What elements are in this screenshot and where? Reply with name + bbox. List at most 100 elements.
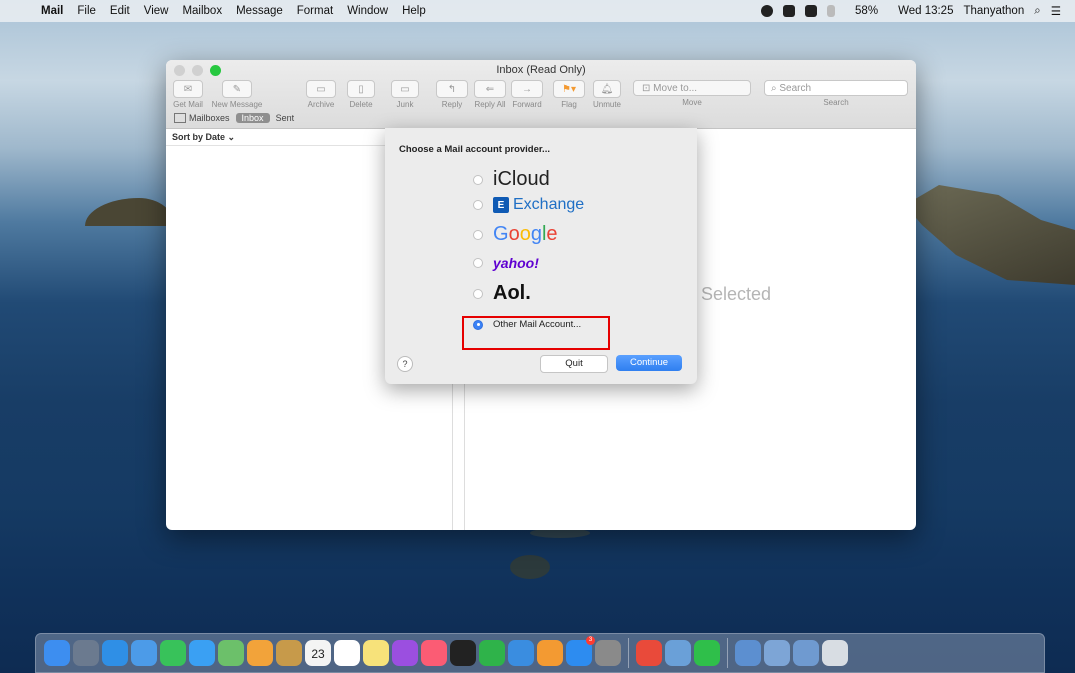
compose-icon: ✎ xyxy=(222,80,252,98)
sheet-title: Choose a Mail account provider... xyxy=(399,144,550,155)
favorite-inbox[interactable]: Inbox xyxy=(235,113,270,123)
chevron-down-icon: ⌄ xyxy=(227,132,236,142)
numbers-icon[interactable] xyxy=(479,640,505,666)
mail-icon[interactable] xyxy=(131,640,157,666)
facetime-icon[interactable] xyxy=(160,640,186,666)
system-preferences-icon[interactable] xyxy=(595,640,621,666)
battery-percent[interactable]: 58% xyxy=(855,5,878,17)
trash-can-icon: ▯ xyxy=(347,80,375,98)
forward-icon: → xyxy=(511,80,543,98)
move-to-button[interactable]: ⊡ Move to... Move xyxy=(632,80,752,107)
rock-center xyxy=(510,555,550,579)
preview-icon[interactable] xyxy=(665,640,691,666)
user-name[interactable]: Thanyathon xyxy=(963,5,1024,17)
search-input[interactable]: ⌕ Search xyxy=(764,80,908,96)
menu-mailbox[interactable]: Mailbox xyxy=(175,5,229,17)
menu-message[interactable]: Message xyxy=(229,5,290,17)
downloads-icon[interactable] xyxy=(735,640,761,666)
move-icon: ⊡ xyxy=(642,82,654,94)
delete-button[interactable]: ▯ Delete xyxy=(346,80,376,109)
chrome-icon[interactable] xyxy=(636,640,662,666)
continue-button[interactable]: Continue xyxy=(616,355,682,371)
pages-icon[interactable] xyxy=(537,640,563,666)
trash-icon[interactable] xyxy=(822,640,848,666)
flag-button[interactable]: ⚑▾ Flag xyxy=(552,80,586,109)
junk-button[interactable]: ▭ Junk xyxy=(390,80,420,109)
music-icon[interactable] xyxy=(421,640,447,666)
line-icon[interactable] xyxy=(694,640,720,666)
aol-label: Aol. xyxy=(493,282,531,304)
quit-button[interactable]: Quit xyxy=(540,355,608,373)
icloud-label: iCloud xyxy=(493,168,550,190)
app-status-icon[interactable] xyxy=(805,5,818,17)
dock-separator xyxy=(727,638,728,668)
keynote-icon[interactable] xyxy=(508,640,534,666)
search-label: Search xyxy=(823,98,849,107)
option-icloud[interactable]: iCloud xyxy=(473,168,550,191)
tv-icon[interactable] xyxy=(450,640,476,666)
radio-google[interactable] xyxy=(473,229,483,240)
reply-all-button[interactable]: ⇐ Reply All xyxy=(472,80,508,109)
notes-icon[interactable] xyxy=(363,640,389,666)
new-message-button[interactable]: ✎ New Message xyxy=(210,80,264,109)
clock[interactable]: Wed 13:25 xyxy=(898,5,953,17)
option-aol[interactable]: Aol. xyxy=(473,282,531,305)
exchange-label: Exchange xyxy=(513,196,585,213)
favorites-bar: Mailboxes Inbox Sent xyxy=(174,113,294,123)
menu-help[interactable]: Help xyxy=(395,5,433,17)
menu-app-mail[interactable]: Mail xyxy=(34,5,70,17)
menu-edit[interactable]: Edit xyxy=(103,5,137,17)
google-label: Google xyxy=(493,223,558,245)
exchange-logo-icon: E xyxy=(493,197,509,213)
calendar-icon[interactable]: 23 xyxy=(305,640,331,666)
spotlight-icon[interactable]: ⌕ xyxy=(1034,5,1040,18)
reminders-icon[interactable] xyxy=(334,640,360,666)
contacts-icon[interactable] xyxy=(276,640,302,666)
reply-button[interactable]: ↰ Reply xyxy=(436,80,468,109)
envelope-icon: ✉ xyxy=(173,80,203,98)
help-button[interactable]: ? xyxy=(397,356,413,372)
island-left xyxy=(85,198,175,226)
launchpad-icon[interactable] xyxy=(73,640,99,666)
radio-exchange[interactable] xyxy=(473,200,483,210)
window-icon[interactable] xyxy=(793,640,819,666)
mailboxes-button[interactable]: Mailboxes xyxy=(174,113,230,123)
app-store-icon[interactable]: 3 xyxy=(566,636,595,666)
photos-icon[interactable] xyxy=(247,640,273,666)
menu-file[interactable]: File xyxy=(70,5,103,17)
menu-bar: Mail File Edit View Mailbox Message Form… xyxy=(0,0,1075,22)
option-yahoo[interactable]: yahoo! xyxy=(473,255,539,271)
radio-icloud[interactable] xyxy=(473,174,483,185)
bluetooth-icon[interactable] xyxy=(827,5,836,17)
status-area: 58% Wed 13:25 Thanyathon ⌕ ☰ xyxy=(761,4,1075,18)
favorite-sent[interactable]: Sent xyxy=(276,113,295,123)
safari-icon[interactable] xyxy=(102,640,128,666)
radio-yahoo[interactable] xyxy=(473,258,483,268)
yahoo-label: yahoo! xyxy=(493,255,539,271)
archive-button[interactable]: ▭ Archive xyxy=(304,80,338,109)
forward-button[interactable]: → Forward xyxy=(510,80,544,109)
menu-window[interactable]: Window xyxy=(340,5,395,17)
app-store-badge: 3 xyxy=(586,636,595,645)
junk-icon: ▭ xyxy=(391,80,419,98)
get-mail-button[interactable]: ✉ Get Mail xyxy=(170,80,206,109)
messages-icon[interactable] xyxy=(189,640,215,666)
menu-view[interactable]: View xyxy=(137,5,176,17)
reply-icon: ↰ xyxy=(436,80,468,98)
dock: 23 3 xyxy=(35,633,1045,673)
shield-status-icon[interactable] xyxy=(783,5,796,17)
podcasts-icon[interactable] xyxy=(392,640,418,666)
line-status-icon[interactable] xyxy=(761,5,774,17)
option-exchange[interactable]: E Exchange xyxy=(473,196,584,214)
notification-center-icon[interactable]: ☰ xyxy=(1051,4,1061,18)
window-toolbar: Inbox (Read Only) ✉ Get Mail ✎ New Messa… xyxy=(166,60,916,129)
radio-aol[interactable] xyxy=(473,288,483,299)
menu-format[interactable]: Format xyxy=(290,5,340,17)
maps-icon[interactable] xyxy=(218,640,244,666)
flag-icon: ⚑▾ xyxy=(553,80,585,98)
option-google[interactable]: Google xyxy=(473,223,558,246)
window-title: Inbox (Read Only) xyxy=(496,64,586,76)
finder-icon[interactable] xyxy=(44,640,70,666)
unmute-button[interactable]: 🔔︎ Unmute xyxy=(590,80,624,109)
screenshot-icon[interactable] xyxy=(764,640,790,666)
